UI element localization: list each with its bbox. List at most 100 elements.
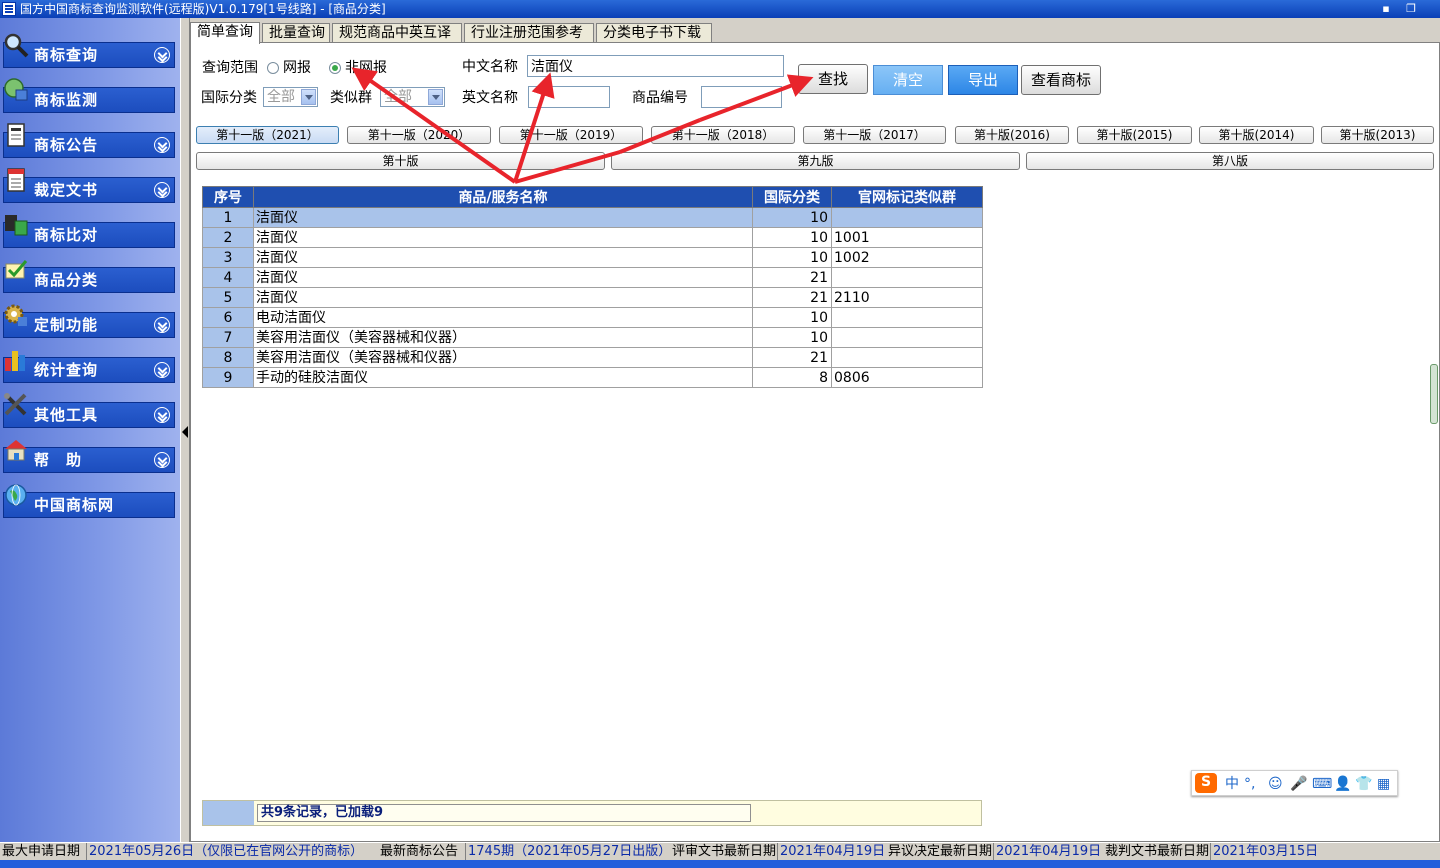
status-value-review-date: 2021年04月19日 [777,843,887,861]
sidebar-item-custom-functions[interactable]: 定制功能 [3,304,175,338]
emoji-icon[interactable]: ☺ [1268,775,1283,793]
status-label-announcement: 最新商标公告 [380,844,459,859]
chevron-down-icon[interactable] [154,182,170,198]
sidebar-item-trademark-announcement[interactable]: 商标公告 [3,123,175,158]
chevron-down-icon[interactable] [154,362,170,378]
clear-button[interactable]: 清空 [873,65,943,95]
cell-class: 21 [752,287,832,308]
scrollbar-thumb[interactable] [1430,364,1438,424]
chevron-down-icon[interactable] [154,137,170,153]
table-row[interactable]: 5 洁面仪 21 2110 [202,287,983,308]
restore-icon[interactable]: ❐ [1403,1,1419,16]
sidebar-item-china-trademark-site[interactable]: 中国商标网 [3,484,175,518]
version-2014-button[interactable]: 第十版(2014) [1199,126,1314,144]
minimize-icon[interactable]: ▪ [1378,1,1394,16]
version-2021-button[interactable]: 第十一版（2021） [196,126,339,144]
cell-name: 手动的硅胶洁面仪 [253,367,753,388]
cell-group [831,267,983,288]
table-row[interactable]: 7 美容用洁面仪（美容器械和仪器） 10 [202,327,983,348]
skin-shirt-icon[interactable]: 👕 [1355,775,1372,793]
collapse-arrow-icon[interactable] [182,426,188,438]
sidebar-item-label: 商标查询 [34,46,99,64]
version-2017-button[interactable]: 第十一版（2017） [803,126,946,144]
radio-offline-label[interactable]: 非网报 [345,59,387,77]
tools-icon [2,391,30,419]
version-2016-button[interactable]: 第十版(2016) [955,126,1069,144]
cell-class: 10 [752,227,832,248]
title-bar: 国方中国商标查询监测软件(远程版)V1.0.179[1号线路] - [商品分类]… [0,0,1440,18]
tab-ebook-download[interactable]: 分类电子书下载 [596,23,712,43]
sidebar-splitter[interactable] [180,18,190,842]
version-8th-button[interactable]: 第八版 [1026,152,1434,170]
table-row[interactable]: 1 洁面仪 10 [202,207,983,228]
table-row[interactable]: 2 洁面仪 10 1001 [202,227,983,248]
version-10th-button[interactable]: 第十版 [196,152,605,170]
radio-online[interactable] [267,62,279,74]
col-header-seq[interactable]: 序号 [202,186,254,208]
version-9th-button[interactable]: 第九版 [611,152,1020,170]
sidebar-item-label: 中国商标网 [34,496,115,514]
cell-name: 美容用洁面仪（美容器械和仪器） [253,347,753,368]
sidebar-item-goods-classification[interactable]: 商品分类 [3,260,175,293]
keyboard-icon[interactable]: ⌨ [1312,775,1332,793]
version-2018-button[interactable]: 第十一版（2018） [651,126,795,144]
ime-mode-toggle[interactable]: 中 [1225,775,1239,793]
sidebar-item-statistics[interactable]: 统计查询 [3,351,175,383]
search-button[interactable]: 查找 [798,64,868,94]
chevron-down-icon[interactable] [154,407,170,423]
chevron-down-icon[interactable] [428,89,443,105]
radio-offline[interactable] [329,62,341,74]
chevron-down-icon[interactable] [154,47,170,63]
version-2020-button[interactable]: 第十一版（2020） [347,126,491,144]
version-2019-button[interactable]: 第十一版（2019） [499,126,643,144]
col-header-intl-class[interactable]: 国际分类 [752,186,832,208]
chevron-down-icon[interactable] [301,89,316,105]
intl-class-value: 全部 [267,89,295,105]
table-row[interactable]: 9 手动的硅胶洁面仪 8 0806 [202,367,983,388]
radio-online-label[interactable]: 网报 [283,59,311,77]
window-title: 国方中国商标查询监测软件(远程版)V1.0.179[1号线路] - [商品分类] [20,2,386,16]
product-no-input[interactable] [701,86,782,108]
cell-seq: 1 [202,207,254,228]
col-header-name[interactable]: 商品/服务名称 [253,186,753,208]
sidebar-item-trademark-monitor[interactable]: 商标监测 [3,78,175,113]
tab-industry-reference[interactable]: 行业注册范围参考 [464,23,594,43]
sidebar-item-help[interactable]: 帮 助 [3,440,175,473]
version-2013-button[interactable]: 第十版(2013) [1321,126,1434,144]
status-label-max-date: 最大申请日期 [2,844,81,859]
sidebar-item-trademark-compare[interactable]: 商标比对 [3,215,175,248]
cell-seq: 2 [202,227,254,248]
intl-class-label: 国际分类 [201,90,257,106]
tab-simple-search[interactable]: 简单查询 [190,22,260,44]
tab-batch-search[interactable]: 批量查询 [262,23,330,43]
cell-class: 10 [752,327,832,348]
taskbar [0,860,1440,868]
export-button[interactable]: 导出 [948,65,1018,95]
cell-class: 8 [752,367,832,388]
col-header-similar-group[interactable]: 官网标记类似群 [831,186,983,208]
table-row[interactable]: 6 电动洁面仪 10 [202,307,983,328]
sidebar-item-other-tools[interactable]: 其他工具 [3,393,175,428]
tab-goods-translation[interactable]: 规范商品中英互译 [332,23,462,43]
intl-class-select[interactable]: 全部 [263,87,318,107]
sidebar-item-ruling-docs[interactable]: 裁定文书 [3,168,175,203]
chevron-down-icon[interactable] [154,452,170,468]
punctuation-icon[interactable]: °, [1244,775,1255,793]
sidebar-item-trademark-search[interactable]: 商标查询 [3,33,175,68]
view-trademark-button[interactable]: 查看商标 [1021,65,1101,95]
version-2015-button[interactable]: 第十版(2015) [1077,126,1192,144]
similar-group-select[interactable]: 全部 [380,87,445,107]
cell-group: 1001 [831,227,983,248]
en-name-input[interactable] [528,86,610,108]
sogou-logo-icon[interactable]: S [1195,773,1217,793]
table-row[interactable]: 3 洁面仪 10 1002 [202,247,983,268]
table-row[interactable]: 8 美容用洁面仪（美容器械和仪器） 21 [202,347,983,368]
cell-group: 2110 [831,287,983,308]
cn-name-input[interactable] [527,55,784,77]
cell-seq: 9 [202,367,254,388]
table-row[interactable]: 4 洁面仪 21 [202,267,983,288]
chevron-down-icon[interactable] [154,317,170,333]
user-icon[interactable]: 👤 [1334,775,1351,793]
toolbox-grid-icon[interactable]: ▦ [1377,775,1390,793]
microphone-icon[interactable]: 🎤 [1290,775,1307,793]
